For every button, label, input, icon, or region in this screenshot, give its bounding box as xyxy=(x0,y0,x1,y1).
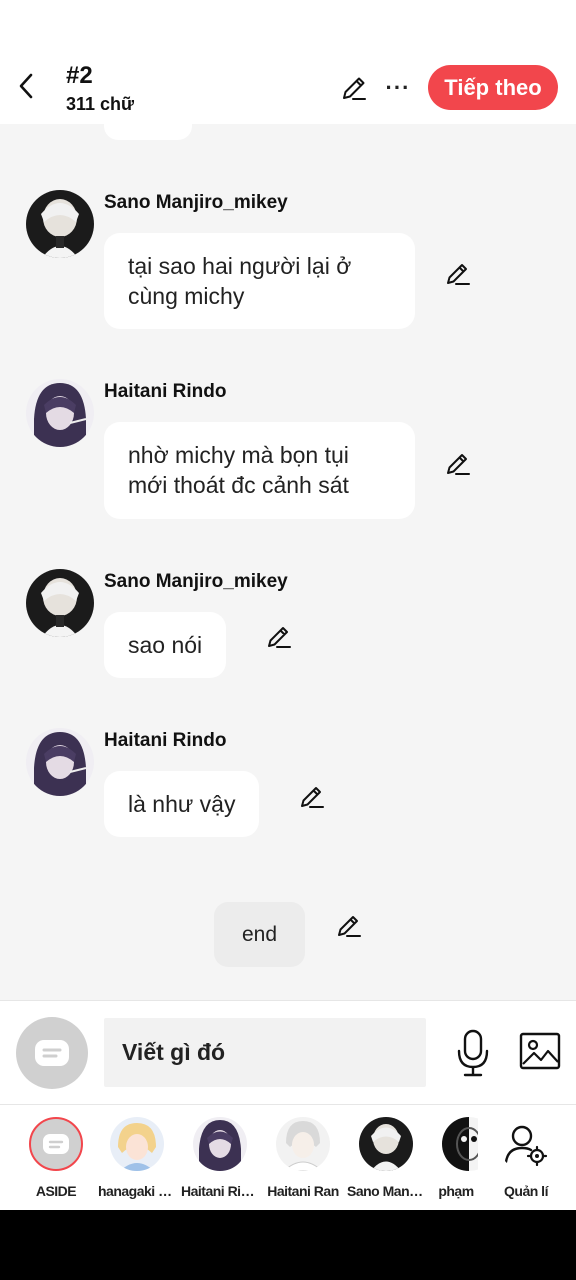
pencil-icon xyxy=(447,454,470,475)
more-options-button[interactable]: ··· xyxy=(382,72,414,104)
message-bubble[interactable]: là như vậy xyxy=(104,771,260,837)
message-input[interactable]: Viết gì đó xyxy=(104,1018,426,1087)
message-bubble[interactable]: tại sao hai người lại ở cùng michy xyxy=(104,233,415,329)
chat-area[interactable]: Sano Manjiro_mikey tại sao hai người lại… xyxy=(0,124,576,1000)
image-upload-button[interactable] xyxy=(518,1031,562,1071)
character-label: hanagaki takemichi xyxy=(98,1183,176,1199)
chapter-title: #2 xyxy=(66,62,93,89)
avatar[interactable] xyxy=(26,190,94,258)
edit-message-button[interactable] xyxy=(443,448,473,478)
avatar[interactable] xyxy=(26,569,94,637)
avatar[interactable] xyxy=(26,379,94,447)
character-sano-manjiro[interactable]: Sano Manjiro_mikey xyxy=(347,1117,425,1207)
pencil-icon xyxy=(343,77,366,100)
character-hanagaki[interactable]: hanagaki takemichi xyxy=(98,1117,176,1207)
message-sender: Haitani Rindo xyxy=(104,381,227,402)
chevron-left-icon xyxy=(19,73,33,99)
pencil-icon xyxy=(447,264,470,285)
avatar[interactable] xyxy=(26,728,94,796)
top-bar: #2 311 chữ ··· Tiếp theo xyxy=(0,0,576,124)
next-button[interactable]: Tiếp theo xyxy=(428,65,558,110)
character-label: phạm xyxy=(438,1183,474,1199)
character-haitani-rindo[interactable]: Haitani Rindo xyxy=(181,1117,259,1207)
manage-icon xyxy=(504,1125,548,1166)
aside-avatar xyxy=(29,1117,83,1171)
word-count: 311 chữ xyxy=(66,94,135,114)
avatar xyxy=(359,1117,413,1171)
character-aside[interactable]: ASIDE xyxy=(21,1117,89,1207)
system-nav-bar xyxy=(0,1210,576,1280)
character-pham[interactable]: phạm xyxy=(434,1117,478,1207)
avatar xyxy=(193,1117,247,1171)
character-haitani-ran[interactable]: Haitani Ran xyxy=(267,1117,339,1207)
pencil-icon xyxy=(301,787,324,808)
previous-message-bubble[interactable] xyxy=(104,124,192,140)
end-marker-bubble[interactable]: end xyxy=(214,902,305,967)
message-bubble[interactable]: nhờ michy mà bọn tụi mới thoát đc cảnh s… xyxy=(104,422,415,519)
character-label: Sano Manjiro_mikey xyxy=(347,1183,425,1199)
aside-toggle-button[interactable] xyxy=(16,1017,88,1089)
character-bar: ASIDE hanagaki takemichi Haitani Rindo H… xyxy=(0,1104,576,1210)
pencil-icon xyxy=(268,627,291,648)
character-label: Haitani Rindo xyxy=(181,1183,259,1199)
avatar xyxy=(110,1117,164,1171)
edit-end-button[interactable] xyxy=(334,910,364,940)
message-sender: Sano Manjiro_mikey xyxy=(104,192,288,213)
microphone-button[interactable] xyxy=(452,1027,494,1079)
edit-message-button[interactable] xyxy=(443,258,473,288)
character-manage[interactable]: Quản lí xyxy=(491,1117,559,1207)
character-label: Haitani Ran xyxy=(267,1183,339,1199)
microphone-icon xyxy=(457,1029,489,1077)
back-button[interactable] xyxy=(12,68,40,104)
message-sender: Haitani Rindo xyxy=(104,730,227,751)
edit-title-button[interactable] xyxy=(338,72,370,104)
manage-avatar xyxy=(499,1117,553,1171)
character-label: ASIDE xyxy=(35,1183,77,1199)
message-bubble[interactable]: sao nói xyxy=(104,612,227,678)
avatar xyxy=(442,1117,478,1171)
edit-message-button[interactable] xyxy=(297,781,327,811)
avatar xyxy=(276,1117,330,1171)
message-sender: Sano Manjiro_mikey xyxy=(104,571,288,592)
composer: Viết gì đó xyxy=(0,1000,576,1104)
aside-icon xyxy=(43,1134,69,1154)
aside-icon xyxy=(35,1040,69,1066)
ellipsis-icon: ··· xyxy=(385,75,411,100)
pencil-icon xyxy=(338,916,361,937)
image-icon xyxy=(519,1032,561,1070)
edit-message-button[interactable] xyxy=(264,621,294,651)
character-label: Quản lí xyxy=(504,1183,548,1199)
